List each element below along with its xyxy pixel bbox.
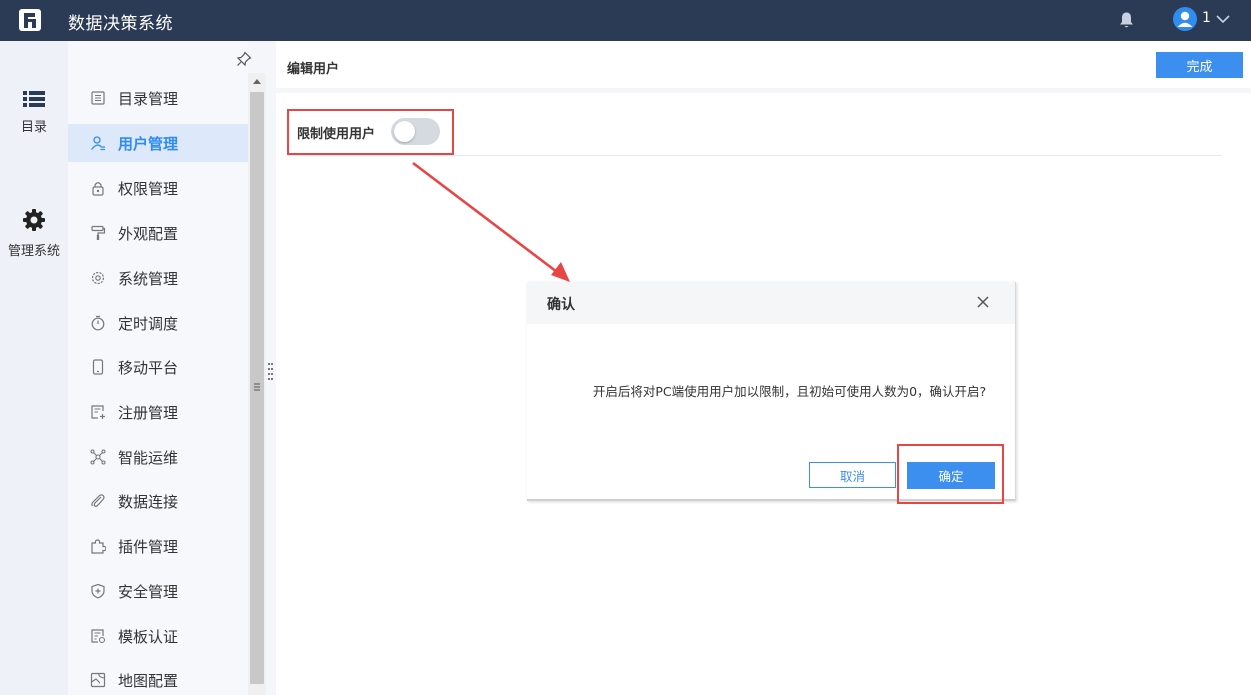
mobile-icon bbox=[92, 359, 104, 375]
rail-item-directory[interactable]: 目录 bbox=[0, 90, 68, 135]
main-header: 编辑用户 完成 bbox=[276, 41, 1251, 88]
sidebar-item-plugins[interactable]: 插件管理 bbox=[68, 527, 248, 565]
sidebar-item-label: 智能运维 bbox=[118, 448, 179, 467]
shield-icon bbox=[91, 583, 105, 599]
sidebar-item-label: 安全管理 bbox=[118, 582, 179, 601]
toggle-highlight-box bbox=[287, 109, 454, 155]
sidebar-item-label: 系统管理 bbox=[118, 269, 179, 288]
sidebar-item-data-connection[interactable]: 数据连接 bbox=[68, 482, 248, 520]
link-icon bbox=[91, 494, 105, 507]
timer-icon bbox=[91, 315, 105, 331]
puzzle-icon bbox=[91, 539, 106, 554]
sidebar-item-template-auth[interactable]: 模板认证 bbox=[68, 617, 248, 655]
map-icon bbox=[90, 672, 106, 688]
page-title: 编辑用户 bbox=[287, 62, 340, 77]
sidebar-item-directory[interactable]: 目录管理 bbox=[68, 79, 248, 117]
dialog-message: 开启后将对PC端使用用户加以限制，且初始可使用人数为0，确认开启? bbox=[592, 384, 987, 399]
sidebar-item-security[interactable]: 安全管理 bbox=[68, 572, 248, 610]
sidebar: 目录管理 用户管理 权限管理 外观配置 系统管理 定时调度 移动平台 注册管理 … bbox=[68, 41, 252, 695]
sidebar-item-permissions[interactable]: 权限管理 bbox=[68, 169, 248, 207]
lock-icon bbox=[92, 182, 104, 196]
rail-label: 管理系统 bbox=[7, 244, 60, 259]
sidebar-item-mobile[interactable]: 移动平台 bbox=[68, 348, 248, 386]
user-avatar-icon bbox=[1177, 11, 1193, 27]
paint-roller-icon bbox=[91, 225, 106, 240]
dialog-title: 确认 bbox=[547, 297, 575, 313]
notification-bell-icon[interactable] bbox=[1118, 11, 1135, 29]
user-icon bbox=[90, 136, 105, 151]
splitter-grip-icon[interactable] bbox=[268, 362, 273, 380]
sidebar-item-system[interactable]: 系统管理 bbox=[68, 259, 248, 297]
divider bbox=[288, 155, 1222, 156]
close-icon[interactable] bbox=[976, 295, 990, 309]
app-title: 数据决策系统 bbox=[68, 14, 173, 34]
rail-label: 目录 bbox=[20, 120, 47, 135]
sidebar-item-users[interactable]: 用户管理 bbox=[68, 124, 248, 162]
list-icon bbox=[23, 91, 45, 107]
directory-icon bbox=[91, 91, 105, 105]
top-bar: 数据决策系统 1 bbox=[0, 0, 1251, 41]
sidebar-item-label: 定时调度 bbox=[118, 314, 179, 333]
sidebar-item-schedule[interactable]: 定时调度 bbox=[68, 304, 248, 342]
sidebar-item-label: 外观配置 bbox=[118, 224, 179, 243]
template-icon bbox=[91, 629, 106, 644]
sidebar-item-register[interactable]: 注册管理 bbox=[68, 393, 248, 431]
scrollbar-grip-icon bbox=[254, 383, 260, 391]
sidebar-item-ops[interactable]: 智能运维 bbox=[68, 438, 248, 476]
annotation-arrow-icon bbox=[412, 161, 570, 282]
chevron-down-icon[interactable] bbox=[1215, 12, 1231, 26]
done-button[interactable]: 完成 bbox=[1156, 52, 1243, 78]
avatar[interactable] bbox=[1173, 7, 1197, 31]
sidebar-item-label: 模板认证 bbox=[118, 627, 179, 646]
sidebar-item-label: 用户管理 bbox=[118, 134, 179, 153]
sidebar-item-label: 移动平台 bbox=[118, 358, 179, 377]
app-logo-icon bbox=[19, 9, 41, 31]
sidebar-item-label: 地图配置 bbox=[118, 671, 179, 690]
pin-icon[interactable] bbox=[236, 51, 252, 67]
dialog-header: 确认 bbox=[527, 282, 1015, 324]
sidebar-item-map[interactable]: 地图配置 bbox=[68, 661, 248, 695]
gear-icon bbox=[91, 271, 105, 285]
sidebar-item-label: 权限管理 bbox=[118, 179, 179, 198]
sidebar-item-label: 目录管理 bbox=[118, 89, 179, 108]
gear-icon bbox=[23, 209, 45, 231]
sidebar-item-label: 数据连接 bbox=[118, 492, 179, 511]
scroll-up-arrow-icon[interactable] bbox=[252, 77, 262, 85]
sidebar-item-appearance[interactable]: 外观配置 bbox=[68, 214, 248, 252]
network-icon bbox=[90, 449, 106, 465]
rail-item-management[interactable]: 管理系统 bbox=[0, 208, 68, 259]
confirm-highlight-box bbox=[897, 444, 1004, 504]
user-name[interactable]: 1 bbox=[1202, 10, 1211, 26]
left-rail: 目录 管理系统 bbox=[0, 41, 68, 695]
cancel-button[interactable]: 取消 bbox=[809, 462, 896, 488]
sidebar-item-label: 插件管理 bbox=[118, 537, 179, 556]
sidebar-item-label: 注册管理 bbox=[118, 403, 179, 422]
register-icon bbox=[91, 405, 105, 419]
